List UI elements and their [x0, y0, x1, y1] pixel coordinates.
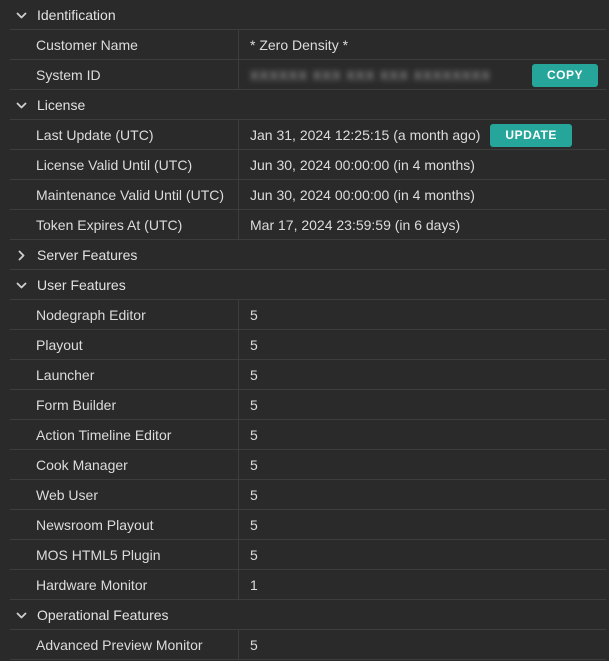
property-value-cell: * Zero Density *: [239, 30, 609, 60]
property-label: Last Update (UTC): [0, 120, 239, 150]
property-label: License Valid Until (UTC): [0, 150, 239, 180]
property-value-cell: 5: [239, 420, 609, 450]
license-valid-until-value: Jun 30, 2024 00:00:00 (in 4 months): [250, 157, 475, 173]
property-value-cell: Jan 31, 2024 12:25:15 (a month ago) UPDA…: [239, 120, 609, 150]
property-value-cell: 5: [239, 480, 609, 510]
action-timeline-editor-value: 5: [250, 427, 258, 443]
section-header-identification[interactable]: Identification: [0, 0, 609, 30]
property-row-newsroom-playout: Newsroom Playout 5: [0, 510, 609, 540]
property-row-web-user: Web User 5: [0, 480, 609, 510]
property-value-cell: 5: [239, 450, 609, 480]
property-label: Cook Manager: [0, 450, 239, 480]
property-label: Maintenance Valid Until (UTC): [0, 180, 239, 210]
token-expires-at-value: Mar 17, 2024 23:59:59 (in 6 days): [250, 217, 460, 233]
web-user-value: 5: [250, 487, 258, 503]
property-label: Action Timeline Editor: [0, 420, 239, 450]
property-value-cell: 5: [239, 630, 609, 660]
license-property-table: Identification Customer Name * Zero Dens…: [0, 0, 609, 660]
maintenance-valid-until-value: Jun 30, 2024 00:00:00 (in 4 months): [250, 187, 475, 203]
property-value-cell: XXXXXX XXX XXX XXX XXXXXXXXX COPY: [239, 60, 609, 90]
playout-value: 5: [250, 337, 258, 353]
property-label: Newsroom Playout: [0, 510, 239, 540]
customer-name-value: * Zero Density *: [250, 37, 348, 53]
cook-manager-value: 5: [250, 457, 258, 473]
section-header-server-features[interactable]: Server Features: [0, 240, 609, 270]
property-row-customer-name: Customer Name * Zero Density *: [0, 30, 609, 60]
property-label: MOS HTML5 Plugin: [0, 540, 239, 570]
property-row-action-timeline-editor: Action Timeline Editor 5: [0, 420, 609, 450]
property-row-advanced-preview-monitor: Advanced Preview Monitor 5: [0, 630, 609, 660]
section-header-operational-features[interactable]: Operational Features: [0, 600, 609, 630]
section-label: Operational Features: [37, 607, 169, 623]
update-button[interactable]: UPDATE: [490, 124, 571, 147]
property-label: Form Builder: [0, 390, 239, 420]
property-label: Customer Name: [0, 30, 239, 60]
form-builder-value: 5: [250, 397, 258, 413]
mos-html5-plugin-value: 5: [250, 547, 258, 563]
chevron-down-icon: [15, 279, 28, 292]
property-value-cell: Jun 30, 2024 00:00:00 (in 4 months): [239, 150, 609, 180]
property-label: Web User: [0, 480, 239, 510]
chevron-right-icon: [15, 249, 28, 262]
chevron-down-icon: [15, 609, 28, 622]
property-value-cell: Mar 17, 2024 23:59:59 (in 6 days): [239, 210, 609, 240]
section-label: User Features: [37, 277, 126, 293]
property-label: Advanced Preview Monitor: [0, 630, 239, 660]
property-value-cell: 5: [239, 330, 609, 360]
section-header-license[interactable]: License: [0, 90, 609, 120]
property-value-cell: 1: [239, 570, 609, 600]
property-label: System ID: [0, 60, 239, 90]
copy-button[interactable]: COPY: [532, 64, 598, 87]
property-row-last-update: Last Update (UTC) Jan 31, 2024 12:25:15 …: [0, 120, 609, 150]
property-row-form-builder: Form Builder 5: [0, 390, 609, 420]
property-label: Nodegraph Editor: [0, 300, 239, 330]
system-id-value-masked: XXXXXX XXX XXX XXX XXXXXXXXX: [250, 68, 490, 83]
hardware-monitor-value: 1: [250, 577, 258, 593]
advanced-preview-monitor-value: 5: [250, 637, 258, 653]
property-value-cell: 5: [239, 390, 609, 420]
nodegraph-editor-value: 5: [250, 307, 258, 323]
property-label: Token Expires At (UTC): [0, 210, 239, 240]
section-label: Server Features: [37, 247, 137, 263]
section-label: Identification: [37, 7, 116, 23]
chevron-down-icon: [15, 9, 28, 22]
property-value-cell: Jun 30, 2024 00:00:00 (in 4 months): [239, 180, 609, 210]
property-value-cell: 5: [239, 540, 609, 570]
property-row-system-id: System ID XXXXXX XXX XXX XXX XXXXXXXXX C…: [0, 60, 609, 90]
property-row-license-valid-until: License Valid Until (UTC) Jun 30, 2024 0…: [0, 150, 609, 180]
property-row-token-expires-at: Token Expires At (UTC) Mar 17, 2024 23:5…: [0, 210, 609, 240]
property-row-cook-manager: Cook Manager 5: [0, 450, 609, 480]
property-row-playout: Playout 5: [0, 330, 609, 360]
chevron-down-icon: [15, 99, 28, 112]
property-row-nodegraph-editor: Nodegraph Editor 5: [0, 300, 609, 330]
property-label: Launcher: [0, 360, 239, 390]
last-update-value: Jan 31, 2024 12:25:15 (a month ago): [250, 127, 480, 143]
launcher-value: 5: [250, 367, 258, 383]
property-label: Playout: [0, 330, 239, 360]
section-label: License: [37, 97, 85, 113]
property-label: Hardware Monitor: [0, 570, 239, 600]
property-row-maintenance-valid-until: Maintenance Valid Until (UTC) Jun 30, 20…: [0, 180, 609, 210]
newsroom-playout-value: 5: [250, 517, 258, 533]
property-row-mos-html5-plugin: MOS HTML5 Plugin 5: [0, 540, 609, 570]
property-value-cell: 5: [239, 300, 609, 330]
property-value-cell: 5: [239, 360, 609, 390]
section-header-user-features[interactable]: User Features: [0, 270, 609, 300]
property-row-launcher: Launcher 5: [0, 360, 609, 390]
property-value-cell: 5: [239, 510, 609, 540]
property-row-hardware-monitor: Hardware Monitor 1: [0, 570, 609, 600]
